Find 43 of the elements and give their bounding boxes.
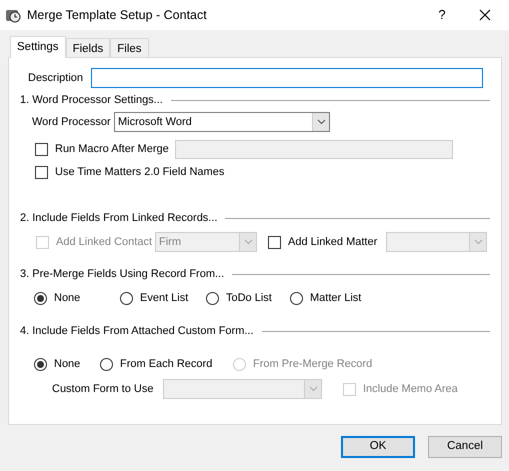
radio-label: None (54, 290, 80, 306)
radio-label: Event List (140, 290, 188, 306)
checkbox[interactable] (35, 143, 48, 156)
chevron-icon (244, 239, 252, 245)
radio-button[interactable] (34, 358, 47, 370)
checkbox[interactable] (35, 166, 48, 179)
close-icon[interactable] (479, 9, 491, 21)
radio-label: From Pre-Merge Record (253, 356, 372, 372)
field-label: Description (28, 70, 84, 86)
section-heading: 2. Include Fields From Linked Records... (20, 210, 218, 226)
chevron-icon (308, 386, 318, 392)
field-label: Word Processor (32, 114, 112, 130)
radio-label: None (54, 356, 80, 372)
checkbox-label: Add Linked Matter (288, 234, 378, 250)
tab[interactable]: Files (110, 38, 149, 57)
chevron-icon (474, 239, 482, 245)
tab[interactable]: Settings (10, 36, 66, 58)
radio-label: ToDo List (226, 290, 272, 306)
radio-button[interactable] (290, 292, 303, 304)
checkbox-label: Include Memo Area (363, 382, 458, 397)
chevron-icon (316, 119, 326, 125)
dialog-button[interactable]: OK (341, 436, 415, 458)
checkbox-label: Run Macro After Merge (55, 142, 169, 158)
radio-label: Matter List (310, 290, 362, 306)
dropdown[interactable]: Microsoft Word (114, 112, 330, 132)
window-title: Merge Template Setup - Contact (27, 6, 207, 24)
radio-button[interactable] (100, 358, 113, 370)
section-heading: 4. Include Fields From Attached Custom Form... (20, 324, 254, 339)
section-heading: 1. Word Processor Settings... (20, 92, 163, 108)
checkbox-label: Use Time Matters 2.0 Field Names (55, 165, 224, 180)
checkbox[interactable] (268, 236, 281, 248)
dialog-button[interactable]: Cancel (428, 436, 502, 458)
radio-button[interactable] (206, 292, 219, 304)
description-field[interactable] (91, 68, 483, 88)
help-button[interactable]: ? (435, 5, 449, 25)
section-heading: 3. Pre-Merge Fields Using Record From... (20, 266, 224, 282)
radio-button[interactable] (34, 292, 47, 304)
clock-icon (5, 7, 21, 23)
field-label: Custom Form to Use (52, 382, 154, 397)
tab[interactable]: Fields (66, 38, 110, 57)
checkbox-label: Add Linked Contact (56, 234, 152, 250)
radio-button[interactable] (120, 292, 133, 304)
radio-label: From Each Record (120, 356, 212, 372)
